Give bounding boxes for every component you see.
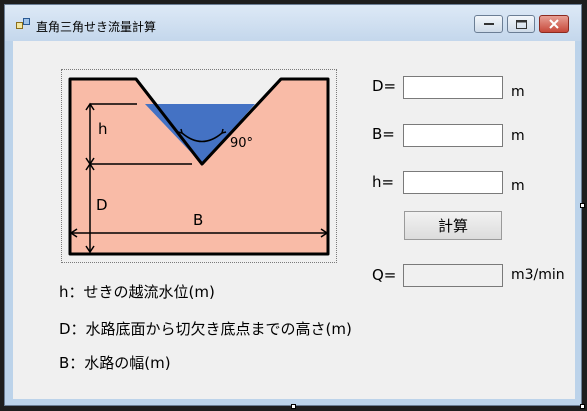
- minimize-button[interactable]: [474, 15, 503, 33]
- form-client-area: h D B 90° D= m B= m h= m 計算 Q= m3/min h：…: [13, 41, 575, 399]
- window-title: 直角三角せき流量計算: [36, 20, 157, 34]
- h-field-label: h=: [372, 173, 395, 191]
- d-label: D: [96, 196, 108, 214]
- b-unit: m: [511, 128, 525, 144]
- h-label: h: [98, 120, 108, 138]
- b-input[interactable]: [403, 124, 503, 147]
- b-description: B：水路の幅(m): [59, 354, 171, 372]
- d-field-label: D=: [372, 77, 397, 95]
- h-description: h：せきの越流水位(m): [59, 283, 215, 301]
- close-button[interactable]: [539, 15, 569, 33]
- resize-handle-bottom[interactable]: [291, 404, 296, 409]
- resize-handle-right[interactable]: [580, 203, 585, 208]
- b-label: B: [193, 211, 203, 229]
- angle-label: 90°: [230, 136, 253, 151]
- maximize-icon: [515, 19, 527, 29]
- resize-handle-corner[interactable]: [580, 404, 585, 409]
- h-unit: m: [511, 178, 525, 194]
- q-unit: m3/min: [511, 267, 565, 283]
- close-icon: [549, 19, 559, 29]
- minimize-icon: [483, 23, 494, 25]
- title-bar[interactable]: 直角三角せき流量計算: [5, 5, 581, 41]
- main-window: 直角三角せき流量計算 h D B 90° D= m B= m h= m 計算 Q…: [4, 4, 582, 406]
- calculate-button[interactable]: 計算: [404, 211, 502, 240]
- b-field-label: B=: [372, 125, 395, 143]
- d-description: D：水路底面から切欠き底点までの高さ(m): [59, 320, 352, 338]
- maximize-button[interactable]: [507, 15, 535, 33]
- q-output[interactable]: [403, 264, 503, 287]
- weir-drawing: h D B 90°: [68, 77, 330, 256]
- d-input[interactable]: [403, 76, 503, 99]
- weir-diagram: h D B 90°: [61, 69, 337, 263]
- d-unit: m: [511, 84, 525, 100]
- app-icon: [16, 18, 30, 29]
- h-input[interactable]: [403, 171, 503, 194]
- q-field-label: Q=: [372, 266, 397, 284]
